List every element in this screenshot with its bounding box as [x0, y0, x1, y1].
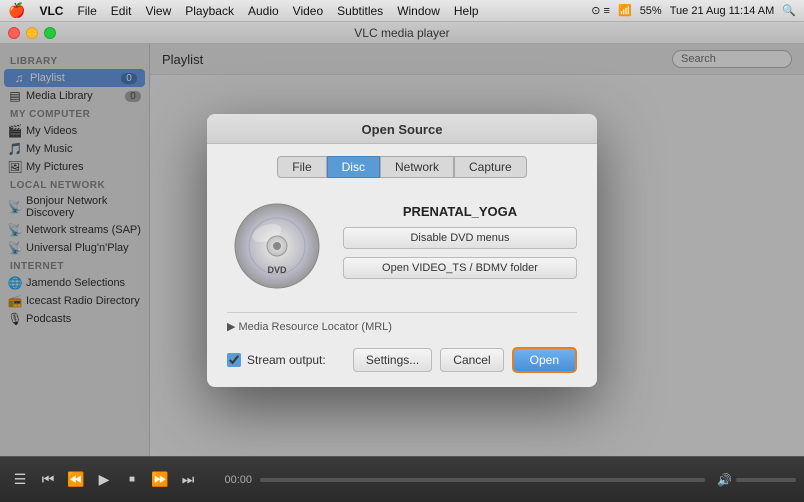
- volume-slider[interactable]: [736, 478, 796, 482]
- apple-menu[interactable]: 🍎: [8, 2, 25, 19]
- disc-image: DVD: [232, 201, 322, 291]
- menu-bar-right: ⊙ ≡ 📶 55% Tue 21 Aug 11:14 AM 🔍: [591, 4, 796, 17]
- maximize-button[interactable]: [44, 27, 56, 39]
- window-title-bar: VLC media player: [0, 22, 804, 44]
- audio-menu[interactable]: Audio: [248, 4, 279, 18]
- disable-dvd-menus-button[interactable]: Disable DVD menus: [343, 227, 577, 249]
- vlc-menu[interactable]: VLC: [39, 4, 63, 18]
- disc-name: PRENATAL_YOGA: [343, 204, 577, 219]
- tab-disc[interactable]: Disc: [327, 156, 380, 178]
- stop-button[interactable]: ■: [120, 468, 144, 492]
- fforward-icon: ⏩: [151, 471, 168, 488]
- file-menu[interactable]: File: [77, 4, 96, 18]
- menu-icon: ☰: [14, 471, 27, 488]
- minimize-button[interactable]: [26, 27, 38, 39]
- progress-area: 00:00: [204, 474, 713, 486]
- stop-icon: ■: [129, 474, 135, 485]
- search-icon[interactable]: 🔍: [782, 4, 796, 17]
- stream-output-checkbox[interactable]: [227, 353, 241, 367]
- tab-file[interactable]: File: [277, 156, 326, 178]
- tab-capture[interactable]: Capture: [454, 156, 527, 178]
- modal-overlay: Open Source File Disc Network Capture: [0, 44, 804, 456]
- open-source-dialog: Open Source File Disc Network Capture: [207, 114, 597, 387]
- menu-bar: 🍎 VLC File Edit View Playback Audio Vide…: [0, 0, 804, 22]
- tab-network[interactable]: Network: [380, 156, 454, 178]
- rewind-icon: ⏪: [67, 471, 84, 488]
- current-time: 00:00: [212, 474, 252, 486]
- prev-button[interactable]: ⏮: [36, 468, 60, 492]
- stream-output: Stream output:: [227, 353, 326, 367]
- status-icons: ⊙ ≡: [591, 4, 610, 17]
- close-button[interactable]: [8, 27, 20, 39]
- battery-status: 55%: [640, 5, 662, 17]
- modal-footer: Stream output: Settings... Cancel Open: [207, 339, 597, 387]
- cancel-button[interactable]: Cancel: [440, 348, 503, 372]
- next-icon: ⏭: [182, 471, 195, 488]
- bottom-toolbar: ☰ ⏮ ⏪ ▶ ■ ⏩ ⏭ 00:00 🔊: [0, 456, 804, 502]
- stream-output-label: Stream output:: [247, 353, 326, 367]
- prev-icon: ⏮: [42, 471, 55, 488]
- mrl-section: ▶ Media Resource Locator (MRL): [227, 312, 577, 339]
- volume-icon: 🔊: [717, 473, 732, 487]
- settings-button[interactable]: Settings...: [353, 348, 432, 372]
- modal-footer-right: Settings... Cancel Open: [353, 347, 577, 373]
- view-menu[interactable]: View: [145, 4, 171, 18]
- edit-menu[interactable]: Edit: [111, 4, 132, 18]
- volume-area: 🔊: [717, 473, 796, 487]
- help-menu[interactable]: Help: [454, 4, 479, 18]
- play-button[interactable]: ▶: [92, 468, 116, 492]
- modal-title: Open Source: [207, 114, 597, 144]
- disc-visual: DVD: [227, 196, 327, 296]
- datetime: Tue 21 Aug 11:14 AM: [670, 5, 775, 17]
- window-menu[interactable]: Window: [397, 4, 440, 18]
- rewind-button[interactable]: ⏪: [64, 468, 88, 492]
- menu-button[interactable]: ☰: [8, 468, 32, 492]
- menu-bar-left: 🍎 VLC File Edit View Playback Audio Vide…: [8, 2, 575, 19]
- next-button[interactable]: ⏭: [176, 468, 200, 492]
- modal-body: DVD PRENATAL_YOGA Disable DVD menus Open…: [207, 186, 597, 312]
- open-button[interactable]: Open: [512, 347, 577, 373]
- playback-menu[interactable]: Playback: [185, 4, 234, 18]
- wifi-icon: 📶: [618, 4, 632, 17]
- subtitles-menu[interactable]: Subtitles: [337, 4, 383, 18]
- fforward-button[interactable]: ⏩: [148, 468, 172, 492]
- progress-bar[interactable]: [260, 478, 705, 482]
- open-video-ts-button[interactable]: Open VIDEO_TS / BDMV folder: [343, 257, 577, 279]
- traffic-lights: [8, 27, 56, 39]
- window-title: VLC media player: [354, 26, 449, 40]
- modal-right: PRENATAL_YOGA Disable DVD menus Open VID…: [343, 196, 577, 279]
- modal-tabs: File Disc Network Capture: [207, 144, 597, 186]
- svg-text:DVD: DVD: [267, 265, 287, 275]
- play-icon: ▶: [99, 471, 110, 488]
- mrl-label: ▶ Media Resource Locator (MRL): [227, 321, 392, 333]
- video-menu[interactable]: Video: [293, 4, 323, 18]
